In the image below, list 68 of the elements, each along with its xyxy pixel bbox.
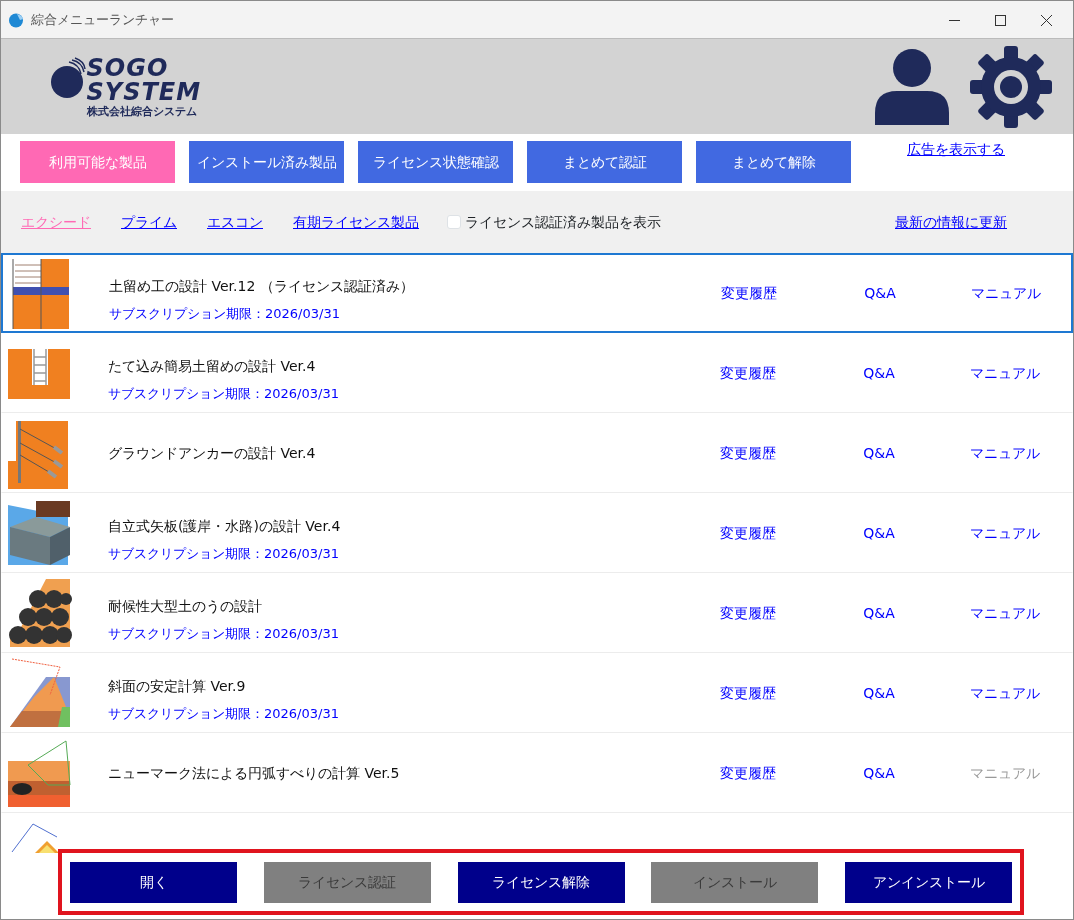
qa-link[interactable]: Q&A xyxy=(824,361,934,385)
manual-link[interactable]: マニュアル xyxy=(950,601,1060,625)
product-row[interactable]: 耐候性大型土のうの設計 サブスクリプション期限：2026/03/31 変更履歴 Q&A マニュアル xyxy=(1,573,1073,653)
checkbox-label: ライセンス認証済み製品を表示 xyxy=(464,212,661,232)
settings-button[interactable] xyxy=(970,45,1052,128)
product-row[interactable]: グラウンドアンカーの設計 Ver.4 変更履歴 Q&A マニュアル xyxy=(1,413,1073,493)
filter-link[interactable]: プライム xyxy=(121,211,177,233)
product-name: グラウンドアンカーの設計 Ver.4 xyxy=(108,443,317,463)
maximize-icon xyxy=(995,14,1006,26)
product-name: ニューマーク法による円弧すべりの計算 Ver.5 xyxy=(108,763,401,783)
subscription-expiry: サブスクリプション期限：2026/03/31 xyxy=(109,305,341,324)
action-button[interactable]: アンインストール xyxy=(845,861,1012,903)
app-icon xyxy=(8,11,24,28)
window-title: 綜合メニューランチャー xyxy=(31,10,175,29)
product-row[interactable]: 自立式矢板(護岸・水路)の設計 Ver.4 サブスクリプション期限：2026/03/31 変更履歴 Q&A マニュアル xyxy=(1,493,1073,573)
qa-link[interactable]: Q&A xyxy=(824,761,934,785)
subscription-expiry: サブスクリプション期限：2026/03/31 xyxy=(108,545,340,564)
change-history-link[interactable]: 変更履歴 xyxy=(688,521,808,545)
logo-text: SOGO xyxy=(86,56,170,80)
action-button[interactable]: 開く xyxy=(70,861,237,903)
product-name: 土留め工の設計 Ver.12 （ライセンス認証済み） xyxy=(109,277,415,297)
minimize-icon xyxy=(949,19,960,21)
manual-link: マニュアル xyxy=(950,761,1060,785)
subscription-expiry: サブスクリプション期限：2026/03/31 xyxy=(108,385,340,404)
change-history-link[interactable]: 変更履歴 xyxy=(689,281,809,305)
product-row[interactable]: 斜面の安定計算 Ver.9 サブスクリプション期限：2026/03/31 変更履歴 Q&A マニュアル xyxy=(1,653,1073,733)
filter-link[interactable]: 有期ライセンス製品 xyxy=(293,211,419,233)
tab-button[interactable]: まとめて認証 xyxy=(527,141,682,183)
close-icon xyxy=(1041,14,1052,26)
product-name: 自立式矢板(護岸・水路)の設計 Ver.4 xyxy=(108,517,342,537)
company-name: 株式会社綜合システム xyxy=(86,104,198,120)
change-history-link[interactable]: 変更履歴 xyxy=(688,441,808,465)
product-thumbnail xyxy=(6,737,72,809)
show-ads-link[interactable]: 広告を表示する xyxy=(907,139,1005,160)
qa-link[interactable]: Q&A xyxy=(824,441,934,465)
subscription-expiry: サブスクリプション期限：2026/03/31 xyxy=(108,625,340,644)
change-history-link[interactable]: 変更履歴 xyxy=(688,601,808,625)
tab-button[interactable]: ライセンス状態確認 xyxy=(358,141,513,183)
product-row[interactable]: たて込み簡易土留めの設計 Ver.4 サブスクリプション期限：2026/03/31 変更履歴 Q&A マニュアル xyxy=(1,333,1073,413)
qa-link[interactable]: Q&A xyxy=(824,681,934,705)
account-button[interactable] xyxy=(875,48,949,125)
manual-link[interactable]: マニュアル xyxy=(950,521,1060,545)
product-name: たて込み簡易土留めの設計 Ver.4 xyxy=(108,357,317,377)
settings-icon xyxy=(970,45,1052,128)
subscription-expiry: サブスクリプション期限：2026/03/31 xyxy=(108,705,340,724)
manual-link[interactable]: マニュアル xyxy=(951,281,1061,305)
change-history-link[interactable]: 変更履歴 xyxy=(688,681,808,705)
product-thumbnail xyxy=(6,577,72,649)
qa-link[interactable]: Q&A xyxy=(824,521,934,545)
product-row[interactable]: 土留め工の設計 Ver.12 （ライセンス認証済み） サブスクリプション期限：2026/03/31 変更履歴 Q&A マニュアル xyxy=(1,253,1073,333)
refresh-link[interactable]: 最新の情報に更新 xyxy=(895,211,1007,233)
qa-link[interactable]: Q&A xyxy=(825,281,935,305)
product-name: 斜面の安定計算 Ver.9 xyxy=(108,677,247,697)
checkbox[interactable] xyxy=(447,215,461,229)
tab-button[interactable]: まとめて解除 xyxy=(696,141,851,183)
product-name: 耐候性大型土のうの設計 xyxy=(108,597,263,617)
action-button[interactable]: ライセンス解除 xyxy=(457,861,625,903)
change-history-link[interactable]: 変更履歴 xyxy=(688,761,808,785)
logo-text: SYSTEM xyxy=(86,80,202,104)
user-icon xyxy=(875,48,949,125)
manual-link[interactable]: マニュアル xyxy=(950,361,1060,385)
product-thumbnail xyxy=(11,823,59,853)
manual-link[interactable]: マニュアル xyxy=(950,441,1060,465)
tab-button[interactable]: インストール済み製品 xyxy=(189,141,344,183)
filter-link[interactable]: エスコン xyxy=(207,211,263,233)
manual-link[interactable]: マニュアル xyxy=(950,681,1060,705)
qa-link[interactable]: Q&A xyxy=(824,601,934,625)
change-history-link[interactable]: 変更履歴 xyxy=(688,361,808,385)
